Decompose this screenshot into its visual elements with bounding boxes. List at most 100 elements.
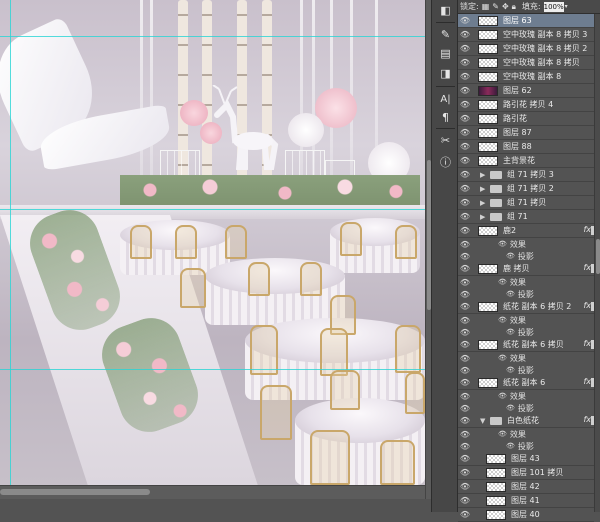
layer-row[interactable]: 👁︎ 图层 40 (458, 508, 594, 522)
visibility-eye-icon[interactable]: 👁︎ (458, 468, 472, 477)
effect-visibility-icon[interactable]: 👁︎ (506, 404, 515, 412)
tools-icon[interactable]: ✂ (437, 133, 454, 149)
visibility-eye-icon[interactable]: 👁︎ (458, 240, 472, 249)
visibility-eye-icon[interactable]: 👁︎ (458, 496, 472, 505)
layer-row[interactable]: 👁︎ 纸花 副本 6 拷贝 fx (458, 338, 594, 352)
layer-row[interactable]: 👁︎ 图层 41 (458, 494, 594, 508)
layers-scrollbar[interactable] (594, 14, 600, 512)
fx-badge-icon[interactable]: fx (583, 339, 591, 348)
brush-tool-icon[interactable]: ✎ (437, 27, 454, 43)
layers-panel-icon[interactable]: ◧ (437, 3, 454, 19)
visibility-eye-icon[interactable]: 👁︎ (458, 212, 472, 221)
layer-effect-row[interactable]: 👁︎ 👁︎ 效果 (458, 276, 594, 288)
scrollbar-thumb[interactable] (596, 239, 600, 274)
layer-row[interactable]: 👁︎ 空中玫瑰 副本 8 (458, 70, 594, 84)
visibility-eye-icon[interactable]: 👁︎ (458, 404, 472, 413)
adjustments-icon[interactable]: ◨ (437, 66, 454, 82)
paragraph-icon[interactable]: ¶ (437, 110, 454, 126)
visibility-eye-icon[interactable]: 👁︎ (458, 128, 472, 137)
visibility-eye-icon[interactable]: 👁︎ (458, 72, 472, 81)
fx-badge-icon[interactable]: fx (583, 225, 591, 234)
layer-row[interactable]: 👁︎ 主背景花 (458, 154, 594, 168)
visibility-eye-icon[interactable]: 👁︎ (458, 278, 472, 287)
layer-row[interactable]: 👁︎ 空中玫瑰 副本 8 拷贝 2 (458, 42, 594, 56)
effect-visibility-icon[interactable]: 👁︎ (498, 392, 507, 400)
visibility-eye-icon[interactable]: 👁︎ (458, 454, 472, 463)
layer-row[interactable]: 👁︎ 纸花 副本 6 fx (458, 376, 594, 390)
effect-visibility-icon[interactable]: 👁︎ (498, 354, 507, 362)
transparency-lock-icon[interactable]: ▦ (482, 2, 490, 11)
layer-effect-row[interactable]: 👁︎ 👁︎ 投影 (458, 440, 594, 452)
layer-row[interactable]: 👁︎ 图层 87 (458, 126, 594, 140)
move-lock-icon[interactable]: ✥ (502, 2, 509, 11)
visibility-eye-icon[interactable]: 👁︎ (458, 86, 472, 95)
effect-visibility-icon[interactable]: 👁︎ (498, 316, 507, 324)
chevron-right-icon[interactable]: ▶ (480, 213, 488, 221)
layer-row[interactable]: 👁︎ 空中玫瑰 副本 8 拷贝 (458, 56, 594, 70)
layer-row[interactable]: 👁︎ 图层 63 (458, 14, 594, 28)
visibility-eye-icon[interactable]: 👁︎ (458, 58, 472, 67)
visibility-eye-icon[interactable]: 👁︎ (458, 442, 472, 451)
all-lock-icon[interactable]: 🔒︎ (512, 2, 516, 12)
layer-row[interactable]: 👁︎ 图层 88 (458, 140, 594, 154)
layer-group-row[interactable]: 👁︎ ▼ 白色纸花 fx (458, 414, 594, 428)
layer-row[interactable]: 👁︎ 路引花 拷贝 4 (458, 98, 594, 112)
chevron-right-icon[interactable]: ▶ (480, 171, 488, 179)
visibility-eye-icon[interactable]: 👁︎ (458, 184, 472, 193)
visibility-eye-icon[interactable]: 👁︎ (458, 366, 472, 375)
layer-effect-row[interactable]: 👁︎ 👁︎ 效果 (458, 238, 594, 250)
character-icon[interactable]: A| (437, 92, 454, 108)
layer-effect-row[interactable]: 👁︎ 👁︎ 效果 (458, 390, 594, 402)
layer-row[interactable]: 👁︎ 鹿2 fx (458, 224, 594, 238)
effect-visibility-icon[interactable]: 👁︎ (506, 290, 515, 298)
layer-row[interactable]: 👁︎ 图层 62 (458, 84, 594, 98)
visibility-eye-icon[interactable]: 👁︎ (458, 430, 472, 439)
visibility-eye-icon[interactable]: 👁︎ (458, 226, 472, 235)
visibility-eye-icon[interactable]: 👁︎ (458, 354, 472, 363)
layer-effect-row[interactable]: 👁︎ 👁︎ 投影 (458, 402, 594, 414)
visibility-eye-icon[interactable]: 👁︎ (458, 44, 472, 53)
effect-visibility-icon[interactable]: 👁︎ (506, 442, 515, 450)
fx-badge-icon[interactable]: fx (583, 263, 591, 272)
visibility-eye-icon[interactable]: 👁︎ (458, 156, 472, 165)
visibility-eye-icon[interactable]: 👁︎ (458, 264, 472, 273)
document-canvas[interactable] (0, 0, 431, 499)
layer-group-row[interactable]: 👁︎ ▶ 组 71 拷贝 2 (458, 182, 594, 196)
chevron-down-icon[interactable]: ▾ (565, 3, 568, 10)
visibility-eye-icon[interactable]: 👁︎ (458, 114, 472, 123)
effect-visibility-icon[interactable]: 👁︎ (506, 328, 515, 336)
effect-visibility-icon[interactable]: 👁︎ (498, 240, 507, 248)
brush-lock-icon[interactable]: ✎ (492, 2, 499, 11)
visibility-eye-icon[interactable]: 👁︎ (458, 392, 472, 401)
layer-effect-row[interactable]: 👁︎ 👁︎ 投影 (458, 364, 594, 376)
layer-row[interactable]: 👁︎ 路引花 (458, 112, 594, 126)
history-icon[interactable]: ▤ (437, 46, 454, 62)
chevron-right-icon[interactable]: ▶ (480, 199, 488, 207)
visibility-eye-icon[interactable]: 👁︎ (458, 30, 472, 39)
visibility-eye-icon[interactable]: 👁︎ (458, 16, 472, 25)
visibility-eye-icon[interactable]: 👁︎ (458, 290, 472, 299)
fill-input[interactable]: 100% (543, 1, 564, 12)
effect-visibility-icon[interactable]: 👁︎ (498, 430, 507, 438)
layer-effect-row[interactable]: 👁︎ 👁︎ 效果 (458, 352, 594, 364)
layer-row[interactable]: 👁︎ 图层 43 (458, 452, 594, 466)
layer-group-row[interactable]: 👁︎ ▶ 组 71 拷贝 (458, 196, 594, 210)
layer-row[interactable]: 👁︎ 图层 101 拷贝 (458, 466, 594, 480)
visibility-eye-icon[interactable]: 👁︎ (458, 340, 472, 349)
effect-visibility-icon[interactable]: 👁︎ (506, 366, 515, 374)
layer-row[interactable]: 👁︎ 纸花 副本 6 拷贝 2 fx (458, 300, 594, 314)
layer-row[interactable]: 👁︎ 鹿 拷贝 fx (458, 262, 594, 276)
canvas-horizontal-scrollbar[interactable] (0, 485, 425, 499)
visibility-eye-icon[interactable]: 👁︎ (458, 198, 472, 207)
scrollbar-thumb[interactable] (0, 489, 150, 495)
fx-badge-icon[interactable]: fx (583, 377, 591, 386)
visibility-eye-icon[interactable]: 👁︎ (458, 302, 472, 311)
layer-effect-row[interactable]: 👁︎ 👁︎ 投影 (458, 326, 594, 338)
layer-effect-row[interactable]: 👁︎ 👁︎ 效果 (458, 314, 594, 326)
chevron-right-icon[interactable]: ▶ (480, 185, 488, 193)
visibility-eye-icon[interactable]: 👁︎ (458, 142, 472, 151)
visibility-eye-icon[interactable]: 👁︎ (458, 252, 472, 261)
visibility-eye-icon[interactable]: 👁︎ (458, 328, 472, 337)
effect-visibility-icon[interactable]: 👁︎ (498, 278, 507, 286)
effect-visibility-icon[interactable]: 👁︎ (506, 252, 515, 260)
